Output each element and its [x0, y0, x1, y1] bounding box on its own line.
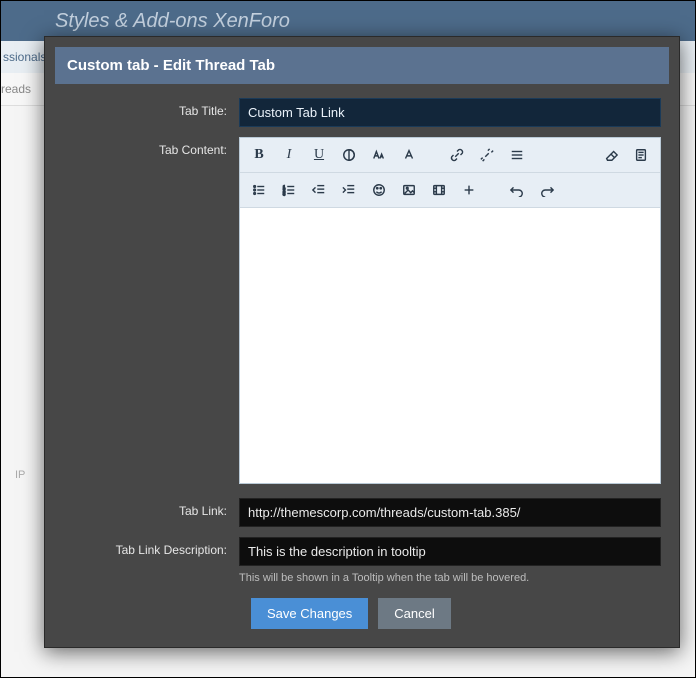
tab-link-input[interactable] [239, 498, 661, 527]
tab-title-input[interactable] [239, 98, 661, 127]
editor-content-area[interactable] [240, 208, 660, 483]
label-tab-link-desc: Tab Link Description: [63, 537, 239, 584]
underline-icon[interactable]: U [308, 144, 330, 166]
ol-icon[interactable]: 123 [278, 179, 300, 201]
tab-link-desc-input[interactable] [239, 537, 661, 566]
outdent-icon[interactable] [308, 179, 330, 201]
label-tab-content: Tab Content: [63, 137, 239, 484]
contrast-icon[interactable] [338, 144, 360, 166]
ul-icon[interactable] [248, 179, 270, 201]
smiley-icon[interactable] [368, 179, 390, 201]
label-tab-title: Tab Title: [63, 98, 239, 127]
cancel-button[interactable]: Cancel [378, 598, 450, 629]
source-icon[interactable] [630, 144, 652, 166]
brand-title: Styles & Add-ons XenForo [55, 10, 290, 33]
media-icon[interactable] [428, 179, 450, 201]
font-size-icon[interactable] [368, 144, 390, 166]
insert-icon[interactable] [458, 179, 480, 201]
label-tab-link: Tab Link: [63, 498, 239, 527]
editor-toolbar-row-2: 123 [240, 173, 660, 208]
eraser-icon[interactable] [600, 144, 622, 166]
undo-icon[interactable] [506, 179, 528, 201]
brand-header: Styles & Add-ons XenForo [1, 1, 695, 41]
image-icon[interactable] [398, 179, 420, 201]
italic-icon[interactable]: I [278, 144, 300, 166]
editor-toolbar-row-1: B I U [240, 138, 660, 173]
edit-thread-tab-modal: Custom tab - Edit Thread Tab Tab Title: … [44, 36, 680, 648]
font-color-icon[interactable] [398, 144, 420, 166]
indent-icon[interactable] [338, 179, 360, 201]
tab-link-desc-helper: This will be shown in a Tooltip when the… [239, 572, 661, 584]
rich-text-editor: B I U [239, 137, 661, 484]
align-icon[interactable] [506, 144, 528, 166]
svg-text:3: 3 [283, 191, 286, 196]
modal-title: Custom tab - Edit Thread Tab [55, 47, 669, 84]
unlink-icon[interactable] [476, 144, 498, 166]
bold-icon[interactable]: B [248, 144, 270, 166]
save-button[interactable]: Save Changes [251, 598, 368, 629]
redo-icon[interactable] [536, 179, 558, 201]
link-icon[interactable] [446, 144, 468, 166]
